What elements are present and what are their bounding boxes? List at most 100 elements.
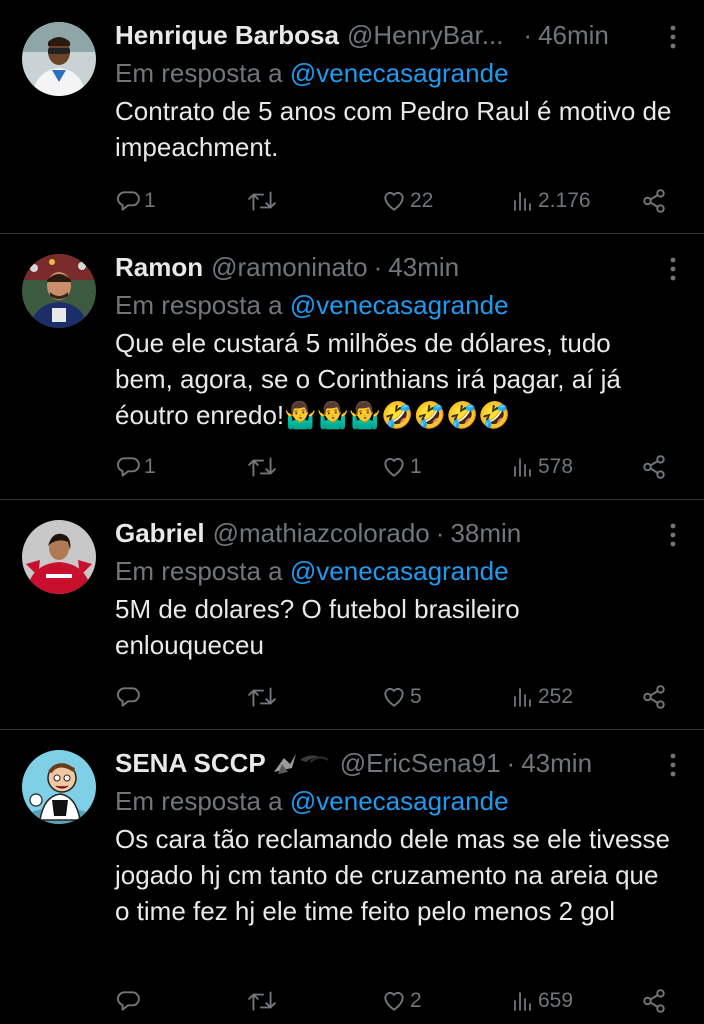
reply-icon bbox=[117, 457, 140, 477]
retweet-icon bbox=[248, 191, 276, 211]
like-button[interactable]: 2 bbox=[381, 984, 422, 1018]
reply-button[interactable]: 1 bbox=[115, 450, 156, 484]
views-button[interactable]: 578 bbox=[511, 450, 573, 484]
display-name[interactable]: Henrique Barbosa bbox=[115, 20, 339, 51]
share-button[interactable] bbox=[641, 450, 667, 484]
avatar-ramon bbox=[22, 254, 96, 328]
like-count: 22 bbox=[410, 189, 434, 212]
tweet-text: Que ele custará 5 milhões de dólares, tu… bbox=[115, 328, 621, 430]
reply-mention-link[interactable]: @venecasagrande bbox=[290, 58, 509, 88]
retweet-button[interactable] bbox=[247, 984, 280, 1018]
display-name[interactable]: Gabriel bbox=[115, 518, 205, 549]
views-icon bbox=[514, 458, 531, 477]
share-icon bbox=[643, 455, 665, 479]
reply-button[interactable]: 1 bbox=[115, 184, 156, 218]
tweet-header: Gabriel @mathiazcolorado · 38min bbox=[115, 514, 674, 552]
retweet-icon bbox=[248, 687, 276, 707]
views-count: 252 bbox=[538, 685, 574, 708]
share-icon bbox=[643, 989, 665, 1013]
separator-dot: · bbox=[373, 251, 383, 282]
avatar-sena bbox=[22, 750, 96, 824]
display-name[interactable]: SENA SCCP bbox=[115, 748, 266, 779]
reply-count: 1 bbox=[144, 455, 156, 478]
reply-icon bbox=[117, 991, 140, 1011]
heart-icon bbox=[384, 687, 404, 707]
like-button[interactable]: 22 bbox=[381, 184, 433, 218]
avatar[interactable] bbox=[22, 750, 96, 824]
tweet[interactable]: SENA SCCP @EricSena91 · 43min Em respost… bbox=[0, 730, 704, 1024]
user-handle[interactable]: @ramoninato bbox=[211, 252, 367, 283]
separator-dot: · bbox=[523, 19, 533, 50]
share-icon bbox=[643, 189, 665, 213]
reply-context: Em resposta a @venecasagrande bbox=[115, 552, 674, 590]
reply-prefix: Em resposta a bbox=[115, 786, 283, 816]
reply-mention-link[interactable]: @venecasagrande bbox=[290, 786, 509, 816]
retweet-button[interactable] bbox=[247, 450, 280, 484]
like-count: 5 bbox=[410, 685, 422, 708]
like-button[interactable]: 1 bbox=[381, 450, 422, 484]
tweet-header: Ramon @ramoninato · 43min bbox=[115, 248, 674, 286]
reply-context: Em resposta a @venecasagrande bbox=[115, 286, 674, 324]
tweet[interactable]: Gabriel @mathiazcolorado · 38min Em resp… bbox=[0, 500, 704, 730]
tweet-text: 5M de dolares? O futebol brasileiro enlo… bbox=[115, 594, 520, 660]
reply-feed: Henrique Barbosa @HenryBar... · 46min Em… bbox=[0, 0, 704, 1024]
timestamp[interactable]: 43min bbox=[521, 748, 592, 779]
timestamp[interactable]: 46min bbox=[538, 20, 609, 51]
avatar-henrique bbox=[22, 22, 96, 96]
reply-count: 1 bbox=[144, 189, 156, 212]
separator-dot: · bbox=[435, 517, 445, 548]
heart-icon bbox=[384, 191, 404, 211]
reply-prefix: Em resposta a bbox=[115, 556, 283, 586]
user-handle[interactable]: @EricSena91 bbox=[340, 748, 501, 779]
more-options-icon[interactable] bbox=[666, 750, 680, 780]
views-icon bbox=[514, 192, 531, 211]
reply-mention-link[interactable]: @venecasagrande bbox=[290, 290, 509, 320]
retweet-icon bbox=[248, 457, 276, 477]
retweet-button[interactable] bbox=[247, 184, 280, 218]
avatar-gabriel bbox=[22, 520, 96, 594]
display-name[interactable]: Ramon bbox=[115, 252, 203, 283]
views-count: 659 bbox=[538, 989, 574, 1012]
views-count: 578 bbox=[538, 455, 574, 478]
tweet-header: Henrique Barbosa @HenryBar... · 46min bbox=[115, 16, 674, 54]
timestamp[interactable]: 43min bbox=[388, 252, 459, 283]
eagle-badge-icon bbox=[270, 750, 330, 776]
heart-icon bbox=[384, 991, 404, 1011]
retweet-icon bbox=[248, 991, 276, 1011]
share-button[interactable] bbox=[641, 680, 667, 714]
avatar[interactable] bbox=[22, 22, 96, 96]
reply-button[interactable] bbox=[115, 680, 144, 714]
tweet-actions: 1 1 578 bbox=[115, 450, 675, 484]
tweet-actions: 5 252 bbox=[115, 680, 675, 714]
user-handle[interactable]: @mathiazcolorado bbox=[213, 518, 430, 549]
reply-prefix: Em resposta a bbox=[115, 58, 283, 88]
share-button[interactable] bbox=[641, 184, 667, 218]
reply-prefix: Em resposta a bbox=[115, 290, 283, 320]
tweet-text: Os cara tão reclamando dele mas se ele t… bbox=[115, 824, 670, 926]
tweet[interactable]: Ramon @ramoninato · 43min Em resposta a … bbox=[0, 234, 704, 500]
more-options-icon[interactable] bbox=[666, 254, 680, 284]
reply-mention-link[interactable]: @venecasagrande bbox=[290, 556, 509, 586]
reply-icon bbox=[117, 687, 140, 707]
views-count: 2.176 bbox=[538, 189, 591, 212]
tweet-actions: 1 22 2.176 bbox=[115, 184, 675, 218]
retweet-button[interactable] bbox=[247, 680, 280, 714]
views-button[interactable]: 252 bbox=[511, 680, 573, 714]
more-options-icon[interactable] bbox=[666, 520, 680, 550]
avatar[interactable] bbox=[22, 254, 96, 328]
like-button[interactable]: 5 bbox=[381, 680, 422, 714]
reply-icon bbox=[117, 191, 140, 211]
reply-context: Em resposta a @venecasagrande bbox=[115, 54, 674, 92]
avatar[interactable] bbox=[22, 520, 96, 594]
views-button[interactable]: 659 bbox=[511, 984, 573, 1018]
user-handle[interactable]: @HenryBar... bbox=[347, 20, 503, 51]
share-button[interactable] bbox=[641, 984, 667, 1018]
views-button[interactable]: 2.176 bbox=[511, 184, 591, 218]
tweet-header: SENA SCCP @EricSena91 · 43min bbox=[115, 744, 674, 782]
timestamp[interactable]: 38min bbox=[450, 518, 521, 549]
more-options-icon[interactable] bbox=[666, 22, 680, 52]
tweet[interactable]: Henrique Barbosa @HenryBar... · 46min Em… bbox=[0, 0, 704, 234]
like-count: 1 bbox=[410, 455, 422, 478]
views-icon bbox=[514, 688, 531, 707]
reply-button[interactable] bbox=[115, 984, 144, 1018]
